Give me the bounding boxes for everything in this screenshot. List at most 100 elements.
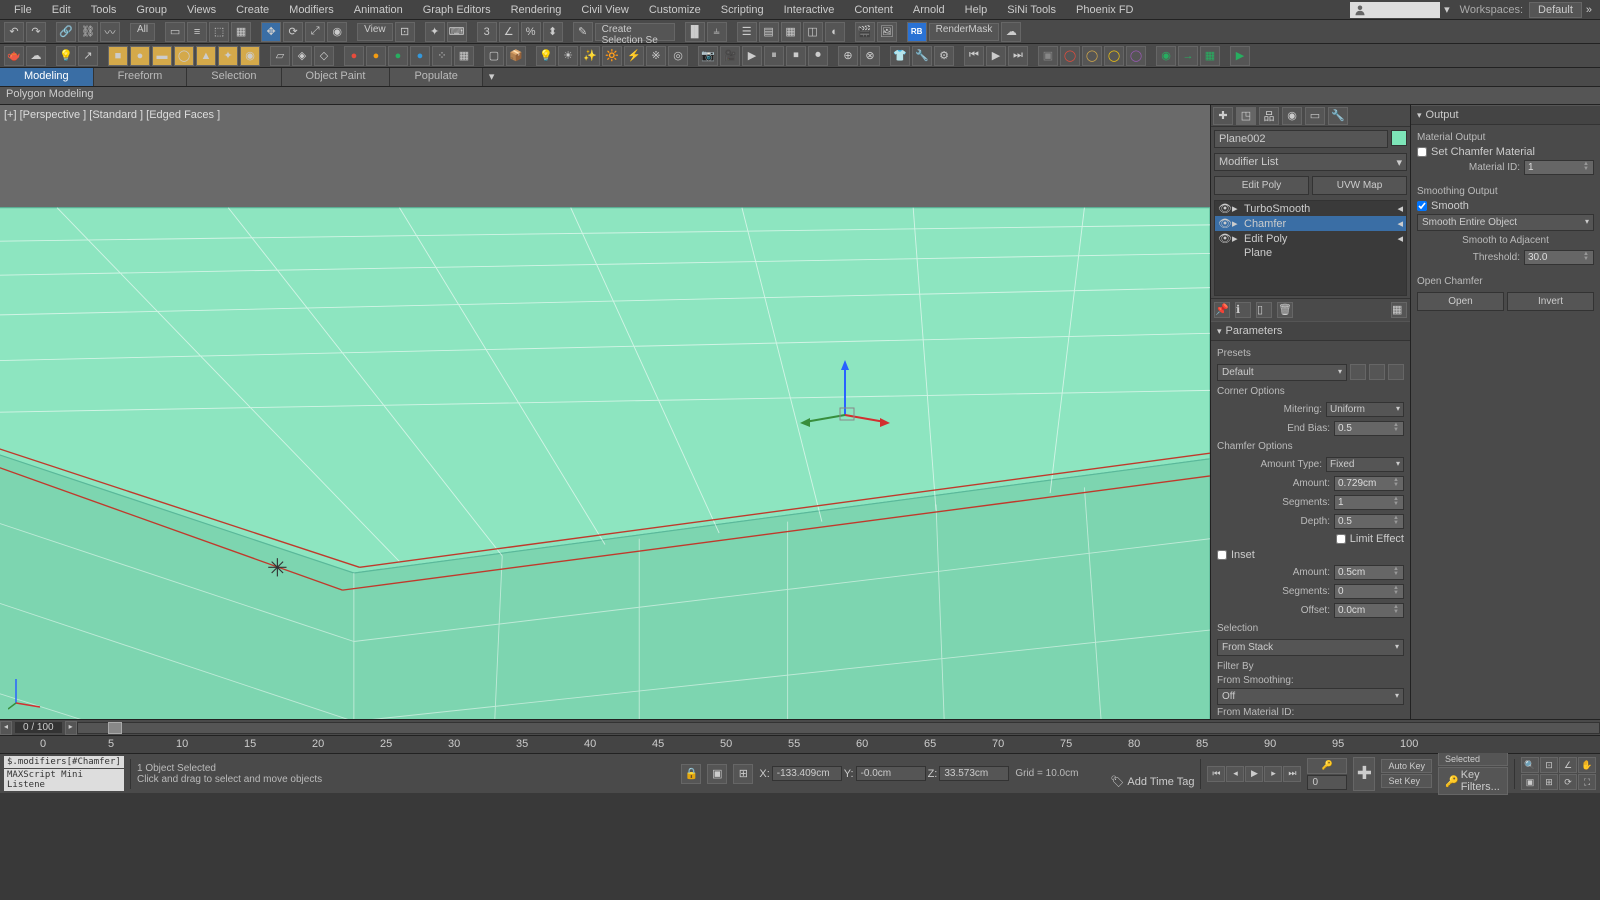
orange-sphere-icon[interactable]: ● bbox=[366, 46, 386, 66]
amount-spinner[interactable]: ▲▼ bbox=[1334, 476, 1404, 491]
edit-named-sel-button[interactable]: ✎ bbox=[573, 22, 593, 42]
menu-help[interactable]: Help bbox=[955, 2, 998, 18]
modify-tab-icon[interactable]: ◳ bbox=[1236, 107, 1256, 125]
end-bias-spinner[interactable]: ▲▼ bbox=[1334, 421, 1404, 436]
bind-button[interactable]: 〰 bbox=[100, 22, 120, 42]
uvw-map-button[interactable]: UVW Map bbox=[1312, 176, 1407, 195]
green-sphere-icon[interactable]: ● bbox=[388, 46, 408, 66]
manipulate-button[interactable]: ✦ bbox=[425, 22, 445, 42]
blue-sphere-icon[interactable]: ● bbox=[410, 46, 430, 66]
container-icon[interactable]: 📦 bbox=[506, 46, 526, 66]
prev-frame-button[interactable]: ◂ bbox=[1226, 766, 1244, 782]
undo-button[interactable]: ↶ bbox=[4, 22, 24, 42]
menu-scripting[interactable]: Scripting bbox=[711, 2, 774, 18]
zoom-extents-icon[interactable]: ▣ bbox=[1521, 774, 1539, 790]
helper1-icon[interactable]: ⊕ bbox=[838, 46, 858, 66]
selection-source-dropdown[interactable]: From Stack bbox=[1217, 639, 1404, 656]
display-tab-icon[interactable]: ▭ bbox=[1305, 107, 1325, 125]
rollout-output[interactable]: ▾Output bbox=[1411, 105, 1600, 125]
unlink-button[interactable]: ⛓ bbox=[78, 22, 98, 42]
set-chamfer-material-checkbox[interactable]: Set Chamfer Material bbox=[1417, 146, 1594, 158]
timeline-track[interactable] bbox=[77, 722, 1600, 734]
sphere-primitive-icon[interactable]: ● bbox=[130, 46, 150, 66]
time-ruler[interactable]: 0 5 10 15 20 25 30 35 40 45 50 55 60 65 … bbox=[0, 735, 1600, 753]
menu-file[interactable]: File bbox=[4, 2, 42, 18]
box-primitive-icon[interactable]: ■ bbox=[108, 46, 128, 66]
render-button[interactable]: ☁ bbox=[1001, 22, 1021, 42]
toggle-explorer-button[interactable]: ▤ bbox=[759, 22, 779, 42]
key-mode-icon[interactable]: 🔑 bbox=[1307, 758, 1347, 774]
inset-checkbox[interactable]: Inset bbox=[1217, 549, 1255, 561]
torus-primitive-icon[interactable]: ◯ bbox=[174, 46, 194, 66]
object-color-chip[interactable] bbox=[1391, 130, 1407, 146]
modifier-list-dropdown[interactable]: Modifier List ▾ bbox=[1214, 153, 1407, 171]
select-scale-button[interactable]: ⤢ bbox=[305, 22, 325, 42]
mirror-button[interactable]: ▐▌ bbox=[685, 22, 705, 42]
edit-poly-button[interactable]: Edit Poly bbox=[1214, 176, 1309, 195]
smooth-mode-dropdown[interactable]: Smooth Entire Object bbox=[1417, 214, 1594, 231]
mitering-dropdown[interactable]: Uniform bbox=[1326, 402, 1404, 417]
redo-button[interactable]: ↷ bbox=[26, 22, 46, 42]
light1-icon[interactable]: 💡 bbox=[536, 46, 556, 66]
cam2-icon[interactable]: 🎥 bbox=[720, 46, 740, 66]
ribbon-tab-selection[interactable]: Selection bbox=[187, 68, 281, 86]
ref-coord-dropdown[interactable]: View bbox=[357, 23, 393, 41]
light-bulb-icon[interactable]: 💡 bbox=[56, 46, 76, 66]
stack-item-editpoly[interactable]: 👁▸Edit Poly◂ bbox=[1215, 231, 1406, 246]
play-button[interactable]: ▶ bbox=[1245, 766, 1263, 782]
menu-customize[interactable]: Customize bbox=[639, 2, 711, 18]
cloud-icon[interactable]: ☁ bbox=[26, 46, 46, 66]
x-coord-input[interactable]: -133.409cm bbox=[772, 766, 842, 781]
hedra-icon[interactable]: ◈ bbox=[292, 46, 312, 66]
timeline-slider[interactable] bbox=[108, 722, 122, 734]
stack-item-chamfer[interactable]: 👁▸Chamfer◂ bbox=[1215, 216, 1406, 231]
menu-rendering[interactable]: Rendering bbox=[501, 2, 572, 18]
goto-end-button[interactable]: ⏭ bbox=[1283, 766, 1301, 782]
ribbon-tab-modeling[interactable]: Modeling bbox=[0, 68, 94, 86]
ribbon-tab-freeform[interactable]: Freeform bbox=[94, 68, 188, 86]
zoom-icon[interactable]: 🔍 bbox=[1521, 757, 1539, 773]
final-play-icon[interactable]: ▶ bbox=[1230, 46, 1250, 66]
play-icon[interactable]: ▶ bbox=[986, 46, 1006, 66]
preset-save-icon[interactable] bbox=[1350, 364, 1366, 380]
menu-views[interactable]: Views bbox=[177, 2, 226, 18]
rb-icon[interactable]: RB bbox=[907, 22, 927, 42]
pan-icon[interactable]: ✋ bbox=[1578, 757, 1596, 773]
light3-icon[interactable]: ✨ bbox=[580, 46, 600, 66]
unique-icon[interactable]: ▯ bbox=[1256, 302, 1272, 318]
open-button[interactable]: Open bbox=[1417, 292, 1504, 311]
pin-stack-icon[interactable]: 📌 bbox=[1214, 302, 1230, 318]
z-coord-input[interactable]: 33.573cm bbox=[939, 766, 1009, 781]
menu-phoenixfd[interactable]: Phoenix FD bbox=[1066, 2, 1143, 18]
layer-explorer-button[interactable]: ☰ bbox=[737, 22, 757, 42]
key-filters-button[interactable]: 🔑Key Filters... bbox=[1438, 767, 1508, 795]
configure-sets-icon[interactable]: ▦ bbox=[1391, 302, 1407, 318]
use-pivot-button[interactable]: ⊡ bbox=[395, 22, 415, 42]
box-tool-icon[interactable]: ▢ bbox=[484, 46, 504, 66]
time-config-button[interactable]: ✚ bbox=[1353, 757, 1375, 791]
select-object-button[interactable]: ▭ bbox=[165, 22, 185, 42]
tube-primitive-icon[interactable]: ◉ bbox=[240, 46, 260, 66]
render-setup-button[interactable]: 🎬 bbox=[855, 22, 875, 42]
ribbon-tab-populate[interactable]: Populate bbox=[390, 68, 482, 86]
object-name-input[interactable]: Plane002 bbox=[1214, 130, 1388, 148]
create-tab-icon[interactable]: ✚ bbox=[1213, 107, 1233, 125]
hierarchy-tab-icon[interactable]: 品 bbox=[1259, 107, 1279, 125]
cam4-icon[interactable]: ⏸ bbox=[764, 46, 784, 66]
modifier-stack[interactable]: 👁▸TurboSmooth◂ 👁▸Chamfer◂ 👁▸Edit Poly◂ P… bbox=[1214, 200, 1407, 296]
light7-icon[interactable]: ◎ bbox=[668, 46, 688, 66]
next-key-icon[interactable]: ⏭ bbox=[1008, 46, 1028, 66]
y-coord-input[interactable]: -0.0cm bbox=[856, 766, 926, 781]
cam6-icon[interactable]: ⏺ bbox=[808, 46, 828, 66]
light5-icon[interactable]: ⚡ bbox=[624, 46, 644, 66]
link-button[interactable]: 🔗 bbox=[56, 22, 76, 42]
preset-dropdown[interactable]: Default bbox=[1217, 364, 1347, 381]
depth-spinner[interactable]: ▲▼ bbox=[1334, 514, 1404, 529]
schematic-view-button[interactable]: ◫ bbox=[803, 22, 823, 42]
menu-civilview[interactable]: Civil View bbox=[571, 2, 638, 18]
yellow2-circle-icon[interactable]: ◯ bbox=[1104, 46, 1124, 66]
purple-circle-icon[interactable]: ◯ bbox=[1126, 46, 1146, 66]
teapot-icon[interactable]: 🫖 bbox=[4, 46, 24, 66]
zoom-all-icon[interactable]: ⊡ bbox=[1540, 757, 1558, 773]
threshold-spinner[interactable]: ▲▼ bbox=[1524, 250, 1594, 265]
